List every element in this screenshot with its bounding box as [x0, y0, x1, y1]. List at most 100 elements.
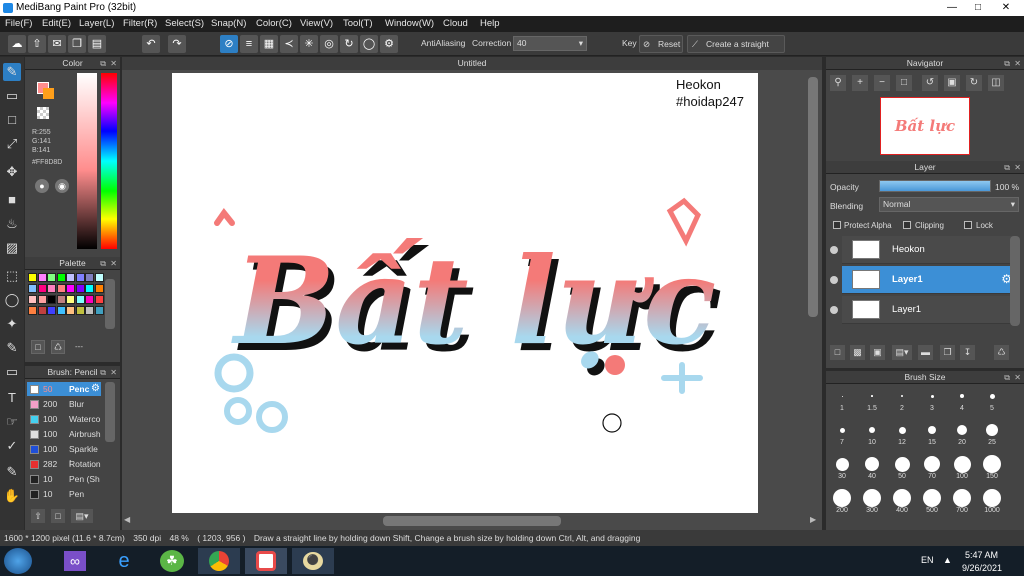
opacity-slider[interactable]: [879, 180, 991, 192]
clipping-checkbox[interactable]: [903, 221, 911, 229]
curve-snap-icon[interactable]: ↻: [340, 35, 358, 53]
palette-swatch[interactable]: [37, 295, 47, 304]
layer-item[interactable]: Heokon: [842, 236, 1016, 264]
rotate-right-icon[interactable]: ↻: [966, 75, 982, 91]
blending-select[interactable]: Normal ▾: [879, 197, 1019, 212]
brush-item[interactable]: 200 Blur: [27, 397, 101, 411]
rotate-left-icon[interactable]: ↺: [922, 75, 938, 91]
add-brush-icon[interactable]: ⇧: [31, 509, 45, 523]
background-color-swatch[interactable]: [43, 88, 54, 99]
zoom-out-icon[interactable]: −: [874, 75, 890, 91]
flip-icon[interactable]: ◫: [988, 75, 1004, 91]
close-icon[interactable]: ✕: [994, 0, 1018, 16]
popout-icon[interactable]: ⧉: [100, 57, 106, 70]
scroll-right-icon[interactable]: ▶: [810, 515, 816, 524]
palette-swatch[interactable]: [75, 273, 85, 282]
brush-size-option[interactable]: 700: [948, 489, 976, 514]
comment-icon[interactable]: ✉: [48, 35, 66, 53]
lock-checkbox[interactable]: [964, 221, 972, 229]
brush-menu-icon[interactable]: ▤▾: [71, 509, 93, 523]
menu-filter[interactable]: Filter(R): [123, 18, 157, 29]
language-indicator[interactable]: EN: [921, 555, 934, 565]
menu-window[interactable]: Window(W): [385, 18, 434, 29]
canvas-horizontal-scrollbar[interactable]: [383, 516, 561, 526]
popout-icon[interactable]: ⧉: [1004, 371, 1010, 384]
dot-tool-icon[interactable]: □: [3, 111, 21, 129]
popout-icon[interactable]: ⧉: [1004, 161, 1010, 174]
divide-tool-icon[interactable]: ✎: [3, 463, 21, 481]
brush-item[interactable]: 50 Penc ⚙: [27, 382, 101, 396]
fit-screen-icon[interactable]: ▣: [944, 75, 960, 91]
navigator-thumbnail[interactable]: Bất lực: [880, 97, 970, 155]
palette-swatch[interactable]: [47, 306, 56, 315]
palette-swatch[interactable]: [37, 306, 47, 315]
add-layer-menu-icon[interactable]: ▤▾: [892, 345, 912, 360]
protect-alpha-checkbox[interactable]: [833, 221, 841, 229]
close-icon[interactable]: ✕: [110, 57, 117, 70]
palette-swatch[interactable]: [47, 284, 56, 293]
tray-expand-icon[interactable]: ▲: [943, 555, 952, 565]
palette-swatch[interactable]: [66, 273, 75, 282]
new-layer-icon[interactable]: □: [830, 345, 845, 360]
select-pen-icon[interactable]: ✎: [3, 339, 21, 357]
trash-icon[interactable]: ♺: [994, 345, 1009, 360]
trash-icon[interactable]: ♺: [51, 340, 65, 354]
layer-visibility-eye-icon[interactable]: [830, 276, 838, 284]
merge-layer-icon[interactable]: ↧: [960, 345, 975, 360]
parallel-snap-icon[interactable]: ≡: [240, 35, 258, 53]
popout-icon[interactable]: ⧉: [100, 257, 106, 270]
brush-size-option[interactable]: 25: [978, 421, 1006, 446]
canvas-vertical-scrollbar[interactable]: [808, 77, 818, 317]
brush-size-option[interactable]: 12: [888, 421, 916, 446]
brush-item[interactable]: 100 Waterco: [27, 412, 101, 426]
brush-size-option[interactable]: 15: [918, 421, 946, 446]
brush-item[interactable]: 100 Airbrush: [27, 427, 101, 441]
layer-item-selected[interactable]: Layer1 ⚙: [842, 266, 1016, 294]
palette-swatch[interactable]: [66, 295, 75, 304]
settings-icon[interactable]: ⚙: [380, 35, 398, 53]
palette-swatch[interactable]: [28, 306, 37, 315]
palette-swatch[interactable]: [75, 306, 85, 315]
menu-view[interactable]: View(V): [300, 18, 333, 29]
menu-cloud[interactable]: Cloud: [443, 18, 468, 29]
menu-tool[interactable]: Tool(T): [343, 18, 373, 29]
text-tool-icon[interactable]: T: [3, 389, 21, 407]
brush-size-option[interactable]: 1.5: [858, 387, 886, 412]
grid-snap-icon[interactable]: ▦: [260, 35, 278, 53]
brush-size-option[interactable]: 1000: [978, 489, 1006, 514]
brush-item[interactable]: 282 Rotation: [27, 457, 101, 471]
page-icon[interactable]: ▤: [88, 35, 106, 53]
palette-swatch[interactable]: [85, 273, 94, 282]
zoom-fit-icon[interactable]: ⚲: [830, 75, 846, 91]
start-button[interactable]: [4, 548, 32, 574]
medibang-taskbar-button[interactable]: [245, 548, 287, 574]
gradient-tool-icon[interactable]: ▨: [3, 239, 21, 257]
brush-size-option[interactable]: 200: [828, 489, 856, 514]
menu-snap[interactable]: Snap(N): [211, 18, 246, 29]
actual-size-icon[interactable]: □: [896, 75, 912, 91]
select-tool-icon[interactable]: ⬚: [3, 267, 21, 285]
concentric-snap-icon[interactable]: ◎: [320, 35, 338, 53]
brush-item[interactable]: 100 Sparkle I: [27, 442, 101, 468]
palette-swatch[interactable]: [28, 295, 37, 304]
brush-size-option[interactable]: 100: [948, 455, 976, 480]
palette-swatch[interactable]: [56, 284, 66, 293]
eyedropper-icon[interactable]: ✓: [3, 437, 21, 455]
gear-icon[interactable]: ⚙: [91, 382, 100, 396]
palette-swatch[interactable]: [47, 273, 56, 282]
brush-size-option[interactable]: 30: [828, 455, 856, 480]
palette-swatch[interactable]: [94, 306, 104, 315]
palette-swatch[interactable]: [28, 284, 37, 293]
brush-tool-icon[interactable]: ✎: [3, 63, 21, 81]
maximize-icon[interactable]: □: [966, 0, 990, 16]
palette-scrollbar[interactable]: [105, 279, 115, 329]
internet-explorer-icon[interactable]: e: [112, 550, 136, 572]
layer-visibility-eye-icon[interactable]: [830, 306, 838, 314]
palette-swatch[interactable]: [56, 273, 66, 282]
new-palette-icon[interactable]: □: [31, 340, 45, 354]
operation-tool-icon[interactable]: ☞: [3, 413, 21, 431]
share-icon[interactable]: ⇧: [28, 35, 46, 53]
brush-size-option[interactable]: 10: [858, 421, 886, 446]
brush-size-option[interactable]: 50: [888, 455, 916, 480]
zoom-in-icon[interactable]: +: [852, 75, 868, 91]
